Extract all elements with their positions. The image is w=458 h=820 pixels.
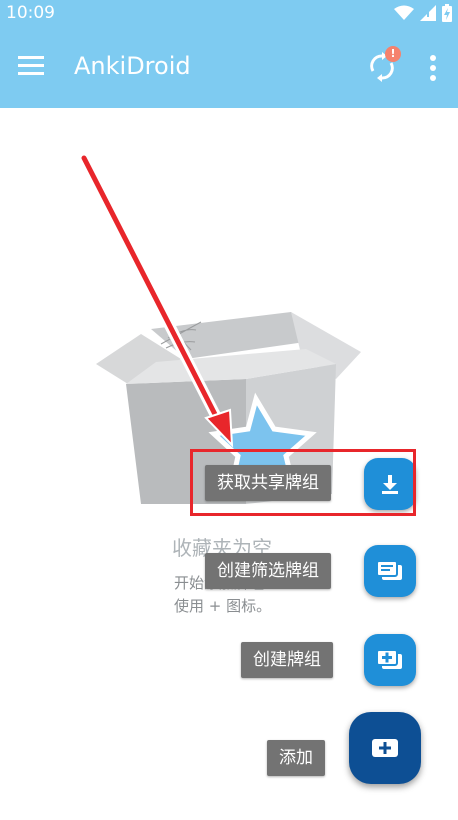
more-vert-icon[interactable]	[429, 55, 437, 81]
fab-label-create-deck[interactable]: 创建牌组	[241, 642, 333, 678]
status-time: 10:09	[6, 3, 55, 23]
fab-label-add[interactable]: 添加	[267, 740, 325, 776]
sync-badge: !	[385, 46, 401, 62]
add-fab-button[interactable]	[349, 712, 421, 784]
empty-description-line2: 使用 + 图标。	[174, 597, 272, 615]
app-title: AnkiDroid	[74, 52, 191, 80]
add-card-icon	[372, 739, 398, 757]
battery-icon	[442, 4, 452, 22]
menu-icon[interactable]	[18, 56, 44, 76]
signal-icon	[420, 5, 436, 21]
create-deck-button[interactable]	[364, 634, 416, 686]
wifi-icon	[394, 5, 414, 20]
filtered-deck-icon	[376, 560, 402, 580]
status-bar: 10:09	[0, 0, 458, 26]
fab-label-filtered-deck[interactable]: 创建筛选牌组	[205, 553, 331, 589]
add-deck-icon	[376, 649, 402, 669]
create-filtered-deck-button[interactable]	[364, 545, 416, 597]
app-bar: AnkiDroid !	[0, 26, 458, 108]
annotation-highlight-box	[190, 449, 416, 516]
status-icons	[394, 4, 452, 22]
